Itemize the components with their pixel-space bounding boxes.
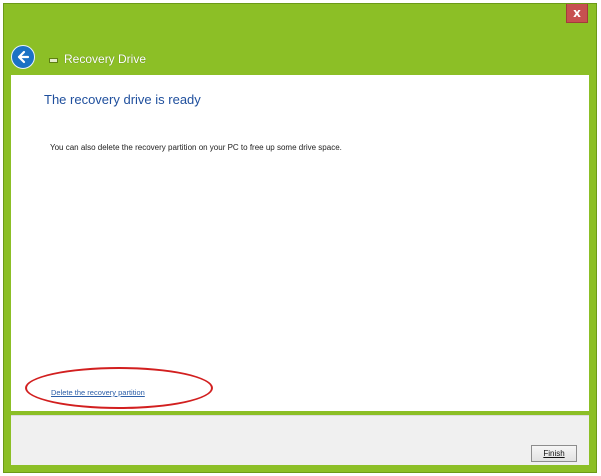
recovery-drive-window: x Recovery Drive The recovery drive is r… bbox=[3, 3, 597, 473]
delete-recovery-partition-link[interactable]: Delete the recovery partition bbox=[51, 388, 145, 397]
window-title: Recovery Drive bbox=[64, 52, 147, 66]
back-arrow-icon bbox=[17, 50, 30, 64]
content-panel: The recovery drive is ready You can also… bbox=[11, 75, 589, 411]
drive-icon bbox=[49, 58, 58, 63]
back-button[interactable] bbox=[11, 45, 35, 69]
finish-button[interactable]: Finish bbox=[531, 445, 577, 462]
instruction-text: You can also delete the recovery partiti… bbox=[50, 143, 342, 152]
close-button[interactable]: x bbox=[566, 4, 588, 23]
page-heading: The recovery drive is ready bbox=[44, 92, 201, 107]
close-icon: x bbox=[573, 6, 581, 20]
footer-bar: Finish bbox=[11, 415, 589, 465]
